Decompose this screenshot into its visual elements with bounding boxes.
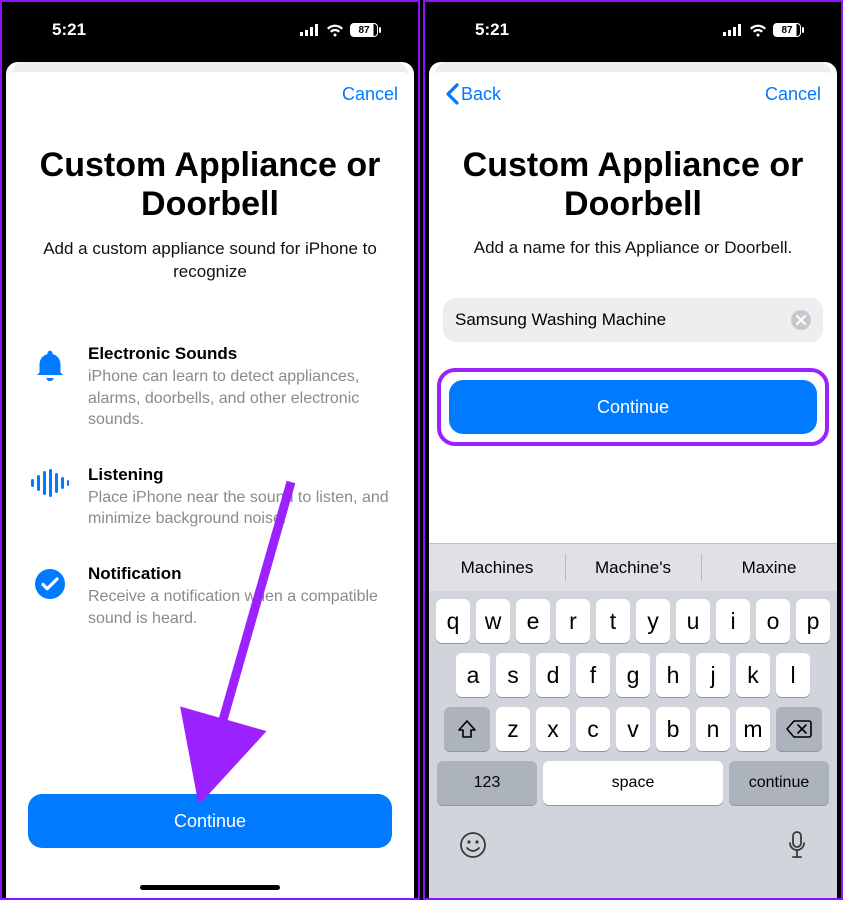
feature-listening: Listening Place iPhone near the sound to…	[28, 465, 392, 530]
letter-key[interactable]: f	[576, 653, 610, 697]
letter-key[interactable]: v	[616, 707, 650, 751]
cancel-button[interactable]: Cancel	[342, 84, 398, 105]
page-subtitle: Add a name for this Appliance or Doorbel…	[429, 238, 837, 258]
feature-electronic-sounds: Electronic Sounds iPhone can learn to de…	[28, 344, 392, 431]
keyboard-suggestion[interactable]: Maxine	[701, 544, 837, 591]
backspace-key[interactable]	[776, 707, 822, 751]
numbers-key[interactable]: 123	[437, 761, 537, 805]
status-bar: 5:21 87	[2, 2, 418, 58]
feature-desc: Receive a notification when a compatible…	[88, 586, 392, 629]
letter-key[interactable]: l	[776, 653, 810, 697]
phone-screenshot-left: 5:21 87 Cancel Custom Appliance or Doorb…	[0, 0, 420, 900]
letter-key[interactable]: c	[576, 707, 610, 751]
letter-key[interactable]: j	[696, 653, 730, 697]
emoji-key-icon[interactable]	[459, 831, 487, 864]
cellular-signal-icon	[723, 24, 743, 36]
status-time: 5:21	[475, 20, 509, 40]
letter-key[interactable]: b	[656, 707, 690, 751]
letter-key[interactable]: q	[436, 599, 470, 643]
clear-text-icon[interactable]	[791, 310, 811, 330]
feature-title: Notification	[88, 564, 392, 584]
letter-key[interactable]: e	[516, 599, 550, 643]
feature-desc: Place iPhone near the sound to listen, a…	[88, 487, 392, 530]
battery-indicator: 87	[350, 23, 378, 37]
letter-key[interactable]: i	[716, 599, 750, 643]
onscreen-keyboard: Machines Machine's Maxine qwertyuiop asd…	[429, 543, 837, 898]
letter-key[interactable]: z	[496, 707, 530, 751]
feature-desc: iPhone can learn to detect appliances, a…	[88, 366, 392, 431]
feature-notification: Notification Receive a notification when…	[28, 564, 392, 629]
letter-key[interactable]: u	[676, 599, 710, 643]
letter-key[interactable]: s	[496, 653, 530, 697]
wifi-icon	[749, 24, 767, 37]
continue-button[interactable]: Continue	[28, 794, 392, 848]
letter-key[interactable]: p	[796, 599, 830, 643]
dictation-key-icon[interactable]	[787, 831, 807, 864]
page-title: Custom Appliance or Doorbell	[28, 146, 392, 224]
letter-key[interactable]: h	[656, 653, 690, 697]
page-subtitle: Add a custom appliance sound for iPhone …	[28, 238, 392, 284]
annotation-highlight-box: Continue	[437, 368, 829, 446]
appliance-name-input[interactable]	[455, 310, 783, 330]
phone-screenshot-right: 5:21 87 Back Cancel	[423, 0, 843, 900]
bell-icon	[28, 344, 72, 431]
letter-key[interactable]: d	[536, 653, 570, 697]
feature-title: Listening	[88, 465, 392, 485]
home-indicator[interactable]	[140, 885, 280, 890]
letter-key[interactable]: x	[536, 707, 570, 751]
letter-key[interactable]: k	[736, 653, 770, 697]
back-label: Back	[461, 84, 501, 105]
chevron-left-icon	[445, 83, 459, 105]
wifi-icon	[326, 24, 344, 37]
feature-title: Electronic Sounds	[88, 344, 392, 364]
letter-key[interactable]: m	[736, 707, 770, 751]
back-button[interactable]: Back	[445, 83, 501, 105]
shift-key[interactable]	[444, 707, 490, 751]
cancel-button[interactable]: Cancel	[765, 84, 821, 105]
page-title: Custom Appliance or Doorbell	[429, 146, 837, 224]
status-bar: 5:21 87	[425, 2, 841, 58]
waveform-icon	[28, 465, 72, 530]
cellular-signal-icon	[300, 24, 320, 36]
letter-key[interactable]: n	[696, 707, 730, 751]
letter-key[interactable]: r	[556, 599, 590, 643]
keyboard-suggestion[interactable]: Machines	[429, 544, 565, 591]
letter-key[interactable]: t	[596, 599, 630, 643]
continue-button[interactable]: Continue	[449, 380, 817, 434]
letter-key[interactable]: w	[476, 599, 510, 643]
checkmark-circle-icon	[28, 564, 72, 629]
letter-key[interactable]: y	[636, 599, 670, 643]
letter-key[interactable]: a	[456, 653, 490, 697]
return-key[interactable]: continue	[729, 761, 829, 805]
status-time: 5:21	[52, 20, 86, 40]
letter-key[interactable]: g	[616, 653, 650, 697]
space-key[interactable]: space	[543, 761, 723, 805]
keyboard-suggestion[interactable]: Machine's	[565, 544, 701, 591]
letter-key[interactable]: o	[756, 599, 790, 643]
battery-indicator: 87	[773, 23, 801, 37]
